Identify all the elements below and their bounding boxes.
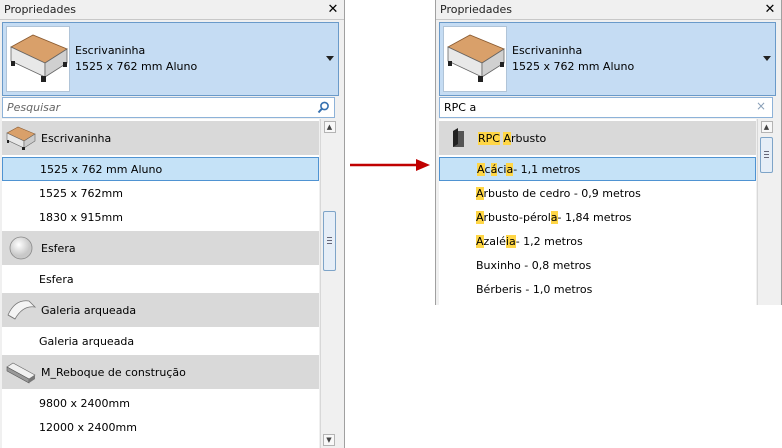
panel-title: Propriedades xyxy=(4,3,76,16)
clear-search-icon[interactable]: × xyxy=(756,99,766,113)
group-header[interactable]: Escrivaninha xyxy=(2,121,319,155)
list-item[interactable]: 1525 x 762 mm Aluno xyxy=(2,157,319,181)
type-list: Escrivaninha 1525 x 762 mm Aluno 1525 x 76… xyxy=(2,119,319,448)
type-text: Escrivaninha 1525 x 762 mm Aluno xyxy=(512,43,634,75)
panel-title: Propriedades xyxy=(440,3,512,16)
text-segment: - 1,2 metros xyxy=(515,234,583,248)
type-text: Escrivaninha 1525 x 762 mm Aluno xyxy=(75,43,197,75)
text-segment: Bérberis - 1,0 metros xyxy=(476,282,593,296)
group-header[interactable]: Esfera xyxy=(2,231,319,265)
group-label: M_Reboque de construção xyxy=(41,365,186,379)
match-highlight: A xyxy=(476,186,484,200)
match-highlight: A xyxy=(476,234,484,248)
search-box[interactable]: × xyxy=(439,97,773,118)
type-name: Escrivaninha xyxy=(512,44,583,57)
desk-icon xyxy=(5,123,37,153)
match-highlight: A xyxy=(503,131,511,145)
type-list: RPC Arbusto Ac á ci a - 1,1 metros Arbusto de… xyxy=(439,119,756,305)
scroll-down-arrow-icon[interactable]: ▼ xyxy=(323,434,335,446)
match-highlight: A xyxy=(476,210,484,224)
match-highlight: a xyxy=(508,234,516,248)
type-selector[interactable]: Escrivaninha 1525 x 762 mm Aluno xyxy=(439,22,776,96)
list-item[interactable]: 9800 x 2400mm xyxy=(2,391,319,415)
group-label: RPC Arbusto xyxy=(478,131,547,145)
scroll-thumb[interactable] xyxy=(323,211,336,271)
text-segment: rbusto xyxy=(511,131,547,145)
arched-gallery-icon xyxy=(5,295,37,325)
text-segment: - 1,84 metros xyxy=(557,210,632,224)
list-item[interactable]: Bérberis - 1,0 metros xyxy=(439,277,756,301)
panel-titlebar: Propriedades ✕ xyxy=(0,0,344,20)
desk-thumbnail-icon xyxy=(443,26,507,92)
scroll-up-arrow-icon[interactable]: ▲ xyxy=(760,121,773,133)
group-label: Escrivaninha xyxy=(41,131,112,145)
close-icon[interactable]: ✕ xyxy=(326,2,340,17)
group-header[interactable]: M_Reboque de construção xyxy=(2,355,319,389)
text-segment: - 1,1 metros xyxy=(513,162,581,176)
list-item[interactable]: Arbusto-pérol a - 1,84 metros xyxy=(439,205,756,229)
text-segment: rbusto-pérol xyxy=(483,210,551,224)
list-item[interactable]: Azalé i a - 1,2 metros xyxy=(439,229,756,253)
match-highlight: a xyxy=(506,162,514,176)
scroll-up-arrow-icon[interactable]: ▲ xyxy=(323,121,336,133)
text-segment: zalé xyxy=(483,234,506,248)
scroll-thumb[interactable] xyxy=(760,137,773,173)
type-size: 1525 x 762 mm Aluno xyxy=(512,60,635,73)
type-name: Escrivaninha xyxy=(75,44,146,57)
chevron-down-icon[interactable] xyxy=(763,56,771,61)
search-input[interactable] xyxy=(444,100,744,115)
scrollbar[interactable]: ▲ xyxy=(757,119,775,305)
trailer-icon xyxy=(5,357,37,387)
desk-thumbnail-icon xyxy=(6,26,70,92)
match-highlight: á xyxy=(490,162,498,176)
text-segment: rbusto de cedro - 0,9 metros xyxy=(483,186,641,200)
close-icon[interactable]: ✕ xyxy=(763,2,777,17)
scrollbar[interactable]: ▲ ▼ xyxy=(320,119,338,448)
text-segment: Buxinho - 0,8 metros xyxy=(476,258,592,272)
properties-panel-right: Propriedades ✕ Escrivaninha 1525 x 762 m… xyxy=(435,0,782,305)
group-header[interactable]: RPC Arbusto xyxy=(439,121,756,155)
list-item[interactable]: Arbusto de cedro - 0,9 metros xyxy=(439,181,756,205)
search-box[interactable] xyxy=(2,97,335,118)
search-input[interactable] xyxy=(7,100,307,115)
list-item[interactable]: 12000 x 2400mm xyxy=(2,415,319,439)
panel-titlebar: Propriedades ✕ xyxy=(436,0,781,20)
list-item[interactable]: Ac á ci a - 1,1 metros xyxy=(439,157,756,181)
group-label: Galeria arqueada xyxy=(41,303,137,317)
list-item[interactable]: Buxinho - 0,8 metros xyxy=(439,253,756,277)
match-highlight: A xyxy=(477,162,485,176)
group-label: Esfera xyxy=(41,241,76,255)
match-highlight: RPC xyxy=(478,131,500,145)
list-item[interactable]: 1830 x 915mm xyxy=(2,205,319,229)
list-item[interactable]: Esfera xyxy=(2,267,319,291)
properties-panel-left: Propriedades ✕ Escrivaninha 1525 x 762 m… xyxy=(0,0,345,448)
search-icon[interactable] xyxy=(317,101,330,117)
arrow-right-icon xyxy=(350,159,430,171)
match-highlight: a xyxy=(550,210,558,224)
text-segment: ci xyxy=(497,162,507,176)
list-item[interactable]: 1525 x 762mm xyxy=(2,181,319,205)
list-item[interactable]: Galeria arqueada xyxy=(2,329,319,353)
type-selector[interactable]: Escrivaninha 1525 x 762 mm Aluno xyxy=(2,22,339,96)
rpc-shrub-icon xyxy=(442,123,474,153)
chevron-down-icon[interactable] xyxy=(326,56,334,61)
type-size: 1525 x 762 mm Aluno xyxy=(75,60,198,73)
group-header[interactable]: Galeria arqueada xyxy=(2,293,319,327)
sphere-icon xyxy=(5,233,37,263)
